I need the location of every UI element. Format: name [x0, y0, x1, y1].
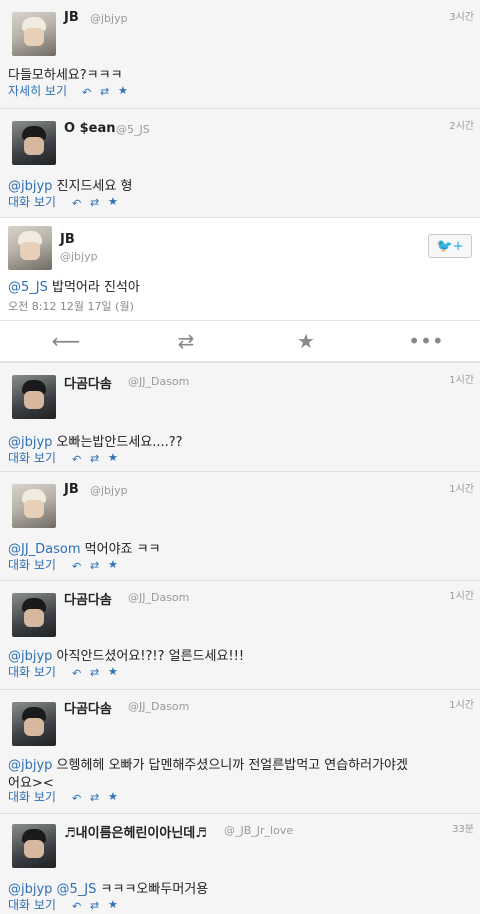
mention[interactable]: @JJ_Dasom	[8, 542, 81, 557]
mention[interactable]: @jbjyp	[8, 649, 52, 664]
tweet-text: 다들모하세요?ㅋㅋㅋ	[8, 68, 123, 83]
tweet-body: ㅋㅋㅋ오빠두머거용	[96, 882, 209, 897]
timestamp: 1시간	[449, 375, 474, 386]
tweet-8[interactable]: ♬내이름은헤린이아닌데♬ @_JB_Jr_love 33분 @jbjyp @5_…	[0, 813, 480, 914]
tweet-body: 먹어야죠 ㅋㅋ	[80, 542, 161, 557]
retweet-icon[interactable]: ⇄	[90, 196, 99, 209]
author-name[interactable]: JB	[64, 10, 79, 25]
avatar[interactable]	[12, 12, 56, 56]
avatar[interactable]	[12, 375, 56, 419]
author-handle[interactable]: @JJ_Dasom	[128, 591, 189, 604]
author-name[interactable]: 다곰다솜	[64, 698, 112, 717]
star-icon[interactable]: ★	[118, 84, 128, 97]
tweet-body: 으헹헤헤 오빠가 답멘해주셨으니까 전얼른밥먹고 연습하러가야겠	[52, 758, 408, 773]
author-handle[interactable]: @jbjyp	[90, 12, 128, 25]
author-name[interactable]: JB	[60, 232, 75, 247]
reply-icon[interactable]: ↶	[72, 667, 81, 680]
star-icon[interactable]: ★	[108, 898, 118, 911]
tweet-body: 진지드세요 형	[52, 179, 133, 194]
tweet-meta: 오전 8:12 12월 17일 (월)	[8, 300, 134, 313]
tweet-body: 아직안드셨어요!?!? 얼른드세요!!!	[52, 649, 245, 664]
retweet-icon[interactable]: ⇄	[126, 321, 246, 361]
avatar[interactable]	[12, 484, 56, 528]
tweet-5[interactable]: JB @jbjyp 1시간 @JJ_Dasom 먹어야죠 ㅋㅋ 대화 보기 ↶ …	[0, 471, 480, 580]
author-handle[interactable]: @JJ_Dasom	[128, 375, 189, 388]
tweet-text: @jbjyp 오빠는밥안드세요....??	[8, 431, 183, 450]
tweet-6[interactable]: 다곰다솜 @JJ_Dasom 1시간 @jbjyp 아직안드셨어요!?!? 얼른…	[0, 580, 480, 689]
retweet-icon[interactable]: ⇄	[90, 559, 99, 572]
tweet-1[interactable]: JB @jbjyp 3시간 다들모하세요?ㅋㅋㅋ 자세히 보기 ↶ ⇄ ★	[0, 0, 480, 107]
author-name[interactable]: 다곰다솜	[64, 589, 112, 608]
mention[interactable]: @5_JS	[8, 280, 48, 295]
reply-icon[interactable]: ↶	[72, 792, 81, 805]
retweet-icon[interactable]: ⇄	[90, 899, 99, 912]
avatar[interactable]	[12, 593, 56, 637]
tweet-action-bar: ⟵ ⇄ ★ •••	[0, 320, 480, 362]
avatar[interactable]	[12, 121, 56, 165]
mention[interactable]: @jbjyp @5_JS	[8, 882, 96, 897]
view-conversation-link[interactable]: 대화 보기	[8, 193, 56, 210]
tweet-focused[interactable]: JB @jbjyp 🐦+ @5_JS 밥먹어라 진석아 오전 8:12 12월 …	[0, 217, 480, 321]
reply-icon[interactable]: ↶	[72, 197, 81, 210]
reply-icon[interactable]: ↶	[72, 453, 81, 466]
more-icon[interactable]: •••	[366, 321, 480, 361]
mention[interactable]: @jbjyp	[8, 179, 52, 194]
author-handle[interactable]: @5_JS	[116, 123, 150, 136]
tweet-body: 오빠는밥안드세요....??	[52, 435, 183, 450]
tweet-4[interactable]: 다곰다솜 @JJ_Dasom 1시간 @jbjyp 오빠는밥안드세요....??…	[0, 362, 480, 471]
avatar[interactable]	[12, 702, 56, 746]
retweet-icon[interactable]: ⇄	[90, 791, 99, 804]
tweet-7[interactable]: 다곰다솜 @JJ_Dasom 1시간 @jbjyp 으헹헤헤 오빠가 답멘해주셨…	[0, 689, 480, 813]
avatar[interactable]	[12, 824, 56, 868]
author-handle[interactable]: @_JB_Jr_love	[224, 824, 293, 837]
view-conversation-link[interactable]: 대화 보기	[8, 663, 56, 680]
author-name[interactable]: O $ean	[64, 121, 115, 136]
mention[interactable]: @jbjyp	[8, 435, 52, 450]
author-handle[interactable]: @JJ_Dasom	[128, 700, 189, 713]
tweet-text: @jbjyp 으헹헤헤 오빠가 답멘해주셨으니까 전얼른밥먹고 연습하러가야겠	[8, 754, 408, 773]
author-handle[interactable]: @jbjyp	[60, 250, 98, 263]
star-icon[interactable]: ★	[108, 558, 118, 571]
twitter-bird-plus-icon[interactable]: 🐦+	[428, 234, 472, 258]
view-conversation-link[interactable]: 대화 보기	[8, 896, 56, 913]
timestamp: 1시간	[449, 484, 474, 495]
tweet-text: @jbjyp @5_JS ㅋㅋㅋ오빠두머거용	[8, 878, 208, 897]
author-handle[interactable]: @jbjyp	[90, 484, 128, 497]
reply-icon[interactable]: ↶	[82, 86, 91, 99]
reply-icon[interactable]: ⟵	[6, 321, 126, 361]
author-name[interactable]: 다곰다솜	[64, 373, 112, 392]
star-icon[interactable]: ★	[108, 195, 118, 208]
author-name[interactable]: ♬내이름은헤린이아닌데♬	[64, 822, 207, 841]
star-icon[interactable]: ★	[108, 665, 118, 678]
star-icon[interactable]: ★	[246, 321, 366, 361]
reply-icon[interactable]: ↶	[72, 560, 81, 573]
mention[interactable]: @jbjyp	[8, 758, 52, 773]
retweet-icon[interactable]: ⇄	[90, 666, 99, 679]
author-name[interactable]: JB	[64, 482, 79, 497]
view-conversation-link[interactable]: 대화 보기	[8, 788, 56, 805]
star-icon[interactable]: ★	[108, 451, 118, 464]
tweet-text: @5_JS 밥먹어라 진석아	[8, 276, 140, 295]
timestamp: 3시간	[449, 12, 474, 23]
timestamp: 2시간	[449, 121, 474, 132]
retweet-icon[interactable]: ⇄	[90, 452, 99, 465]
star-icon[interactable]: ★	[108, 790, 118, 803]
details-link[interactable]: 자세히 보기	[8, 82, 67, 99]
timestamp: 1시간	[449, 700, 474, 711]
avatar[interactable]	[8, 226, 52, 270]
timestamp: 33분	[452, 824, 474, 835]
tweet-text: @jbjyp 아직안드셨어요!?!? 얼른드세요!!!	[8, 645, 244, 664]
view-conversation-link[interactable]: 대화 보기	[8, 449, 56, 466]
tweet-text: @jbjyp 진지드세요 형	[8, 175, 132, 194]
view-conversation-link[interactable]: 대화 보기	[8, 556, 56, 573]
timestamp: 1시간	[449, 591, 474, 602]
tweet-2[interactable]: O $ean @5_JS 2시간 @jbjyp 진지드세요 형 대화 보기 ↶ …	[0, 108, 480, 217]
retweet-icon[interactable]: ⇄	[100, 85, 109, 98]
tweet-body: 밥먹어라 진석아	[47, 280, 140, 295]
reply-icon[interactable]: ↶	[72, 900, 81, 913]
tweet-text: @JJ_Dasom 먹어야죠 ㅋㅋ	[8, 538, 161, 557]
